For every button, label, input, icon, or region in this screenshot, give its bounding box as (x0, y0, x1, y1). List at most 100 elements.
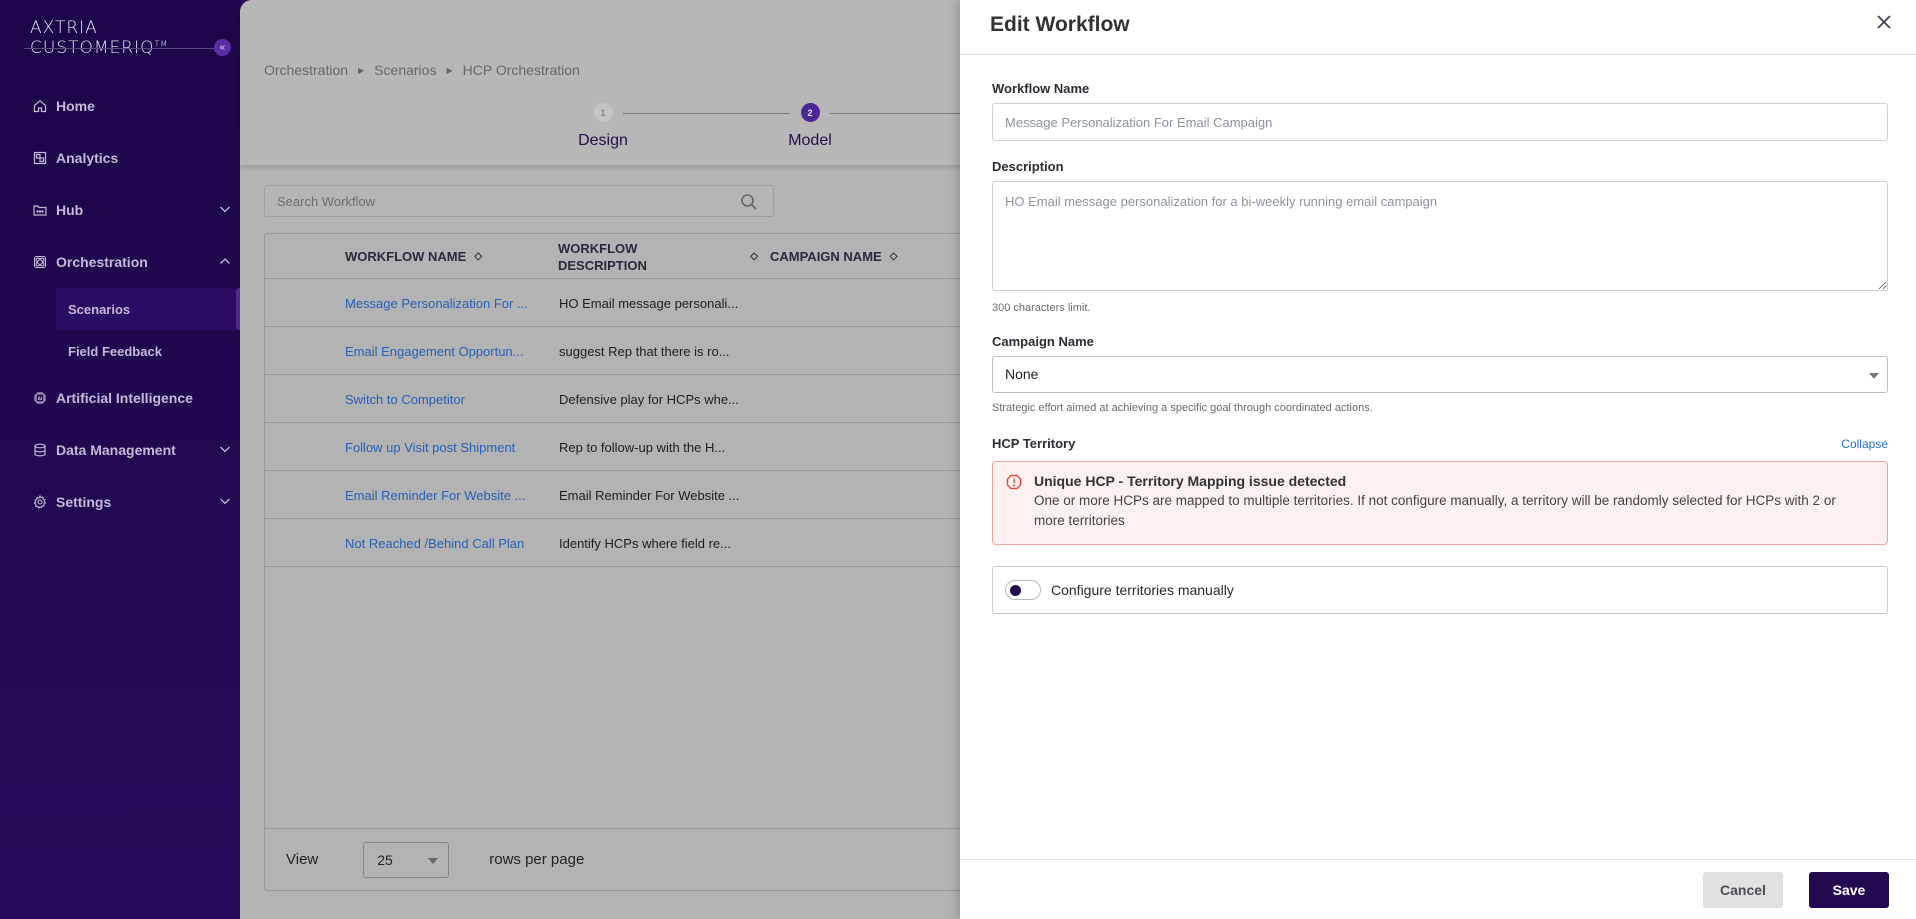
drawer-header: Edit Workflow (960, 0, 1916, 55)
column-header-workflow-description[interactable]: WORKFLOW DESCRIPTION ◇ (558, 234, 758, 279)
column-header-campaign-name[interactable]: CAMPAIGN NAME ◇ (770, 234, 897, 279)
workflow-name-label: Workflow Name (992, 81, 1090, 96)
territory-mapping-alert: Unique HCP - Territory Mapping issue det… (992, 461, 1888, 545)
configure-territories-toggle[interactable] (1005, 580, 1041, 600)
step-number: 1 (593, 103, 613, 122)
drawer-title: Edit Workflow (990, 13, 1130, 36)
step-model[interactable]: 2 Model (780, 103, 840, 150)
breadcrumb-item-current: HCP Orchestration (462, 62, 580, 78)
workflow-table: WORKFLOW NAME ◇ WORKFLOW DESCRIPTION ◇ CAM… (264, 233, 1024, 891)
sidebar-item-hub[interactable]: Hub (0, 184, 240, 236)
save-button[interactable]: Save (1809, 872, 1889, 908)
workflow-name-link[interactable]: Not Reached /Behind Call Plan (345, 519, 524, 567)
table-row: Message Personalization For ... HO Email… (265, 279, 1024, 327)
search-input[interactable] (265, 186, 773, 216)
column-title: CAMPAIGN NAME (770, 249, 882, 264)
sidebar-item-label: Settings (56, 494, 112, 510)
sidebar-item-home[interactable]: Home (0, 80, 240, 132)
alert-message: One or more HCPs are mapped to multiple … (1034, 493, 1836, 528)
sidebar-subitem-label: Scenarios (68, 301, 131, 317)
column-title: WORKFLOW DESCRIPTION (558, 240, 647, 273)
svg-text:AI: AI (38, 396, 43, 401)
caret-right-icon: ▶ (358, 65, 365, 75)
description-field[interactable]: HO Email message personalization for a b… (992, 181, 1888, 291)
drawer-footer: Cancel Save (960, 859, 1916, 919)
table-row: Email Engagement Opportun... suggest Rep… (265, 327, 1024, 375)
toggle-knob (1010, 585, 1021, 596)
sidebar-item-artificial-intelligence[interactable]: AI Artificial Intelligence (0, 372, 240, 424)
logo-text: AXTRIA CUSTOMERIQ (30, 18, 155, 58)
campaign-name-select[interactable]: None (992, 356, 1888, 393)
workflow-name-link[interactable]: Email Engagement Opportun... (345, 327, 524, 375)
sort-icon[interactable]: ◇ (750, 248, 758, 265)
hcp-territory-header: HCP Territory Collapse (992, 436, 1888, 452)
sidebar-item-label: Orchestration (56, 254, 148, 270)
workflow-description: Identify HCPs where field re... (559, 535, 731, 551)
breadcrumb: Orchestration ▶ Scenarios ▶ HCP Orchestr… (264, 62, 580, 78)
workflow-name-link[interactable]: Follow up Visit post Shipment (345, 423, 515, 471)
sidebar-subitem-scenarios[interactable]: Scenarios (56, 288, 244, 330)
step-connector (623, 113, 790, 114)
app-logo: AXTRIA CUSTOMERIQTM (30, 18, 240, 58)
chevron-down-icon (218, 494, 232, 508)
drawer-body: Workflow Name Description HO Email messa… (992, 55, 1888, 614)
campaign-hint: Strategic effort aimed at achieving a sp… (992, 402, 1373, 414)
caret-down-icon (1869, 373, 1879, 379)
search-icon[interactable] (739, 192, 759, 212)
logo-trademark: TM (154, 39, 169, 49)
table-row: Email Reminder For Website ... Email Rem… (265, 471, 1024, 519)
workflow-description: Rep to follow-up with the H... (559, 439, 726, 455)
sidebar-subitem-label: Field Feedback (68, 343, 162, 359)
sidebar-item-label: Artificial Intelligence (56, 390, 193, 406)
breadcrumb-item-scenarios[interactable]: Scenarios (374, 62, 436, 78)
table-row: Switch to Competitor Defensive play for … (265, 375, 1024, 423)
workflow-description: HO Email message personali... (559, 295, 739, 311)
sidebar-item-orchestration[interactable]: Orchestration (0, 236, 240, 288)
gear-icon (33, 495, 47, 509)
analytics-icon (33, 151, 47, 165)
orchestration-icon (33, 255, 47, 269)
sort-icon[interactable]: ◇ (890, 251, 898, 262)
collapse-sidebar-button[interactable]: « (214, 39, 231, 56)
caret-down-icon (428, 857, 439, 864)
step-design[interactable]: 1 Design (573, 103, 633, 150)
alert-title: Unique HCP - Territory Mapping issue det… (1034, 473, 1347, 489)
step-number: 2 (800, 103, 820, 122)
sidebar-item-settings[interactable]: Settings (0, 476, 240, 528)
sidebar: AXTRIA CUSTOMERIQTM « Home Analytics Hub… (0, 0, 244, 919)
folder-icon (33, 203, 47, 217)
view-label: View (286, 851, 319, 868)
workflow-name-link[interactable]: Switch to Competitor (345, 375, 465, 423)
search-workflow (264, 185, 774, 217)
sidebar-item-label: Hub (56, 202, 84, 218)
rows-per-page-value: 25 (377, 851, 393, 868)
cancel-button[interactable]: Cancel (1703, 872, 1783, 908)
sidebar-item-data-management[interactable]: Data Management (0, 424, 240, 476)
step-connector (830, 113, 960, 114)
close-icon[interactable] (1874, 12, 1894, 32)
campaign-name-value: None (1005, 366, 1039, 382)
workflow-description: suggest Rep that there is ro... (559, 343, 730, 359)
rows-per-page-select[interactable]: 25 (363, 841, 450, 878)
home-icon (33, 99, 47, 113)
chevron-down-icon (218, 442, 232, 456)
column-header-workflow-name[interactable]: WORKFLOW NAME ◇ (345, 234, 482, 279)
chevron-up-icon (218, 254, 232, 268)
workflow-name-field[interactable] (992, 103, 1888, 141)
table-row: Follow up Visit post Shipment Rep to fol… (265, 423, 1024, 471)
workflow-description: Defensive play for HCPs whe... (559, 391, 739, 407)
workflow-name-link[interactable]: Email Reminder For Website ... (345, 471, 525, 519)
step-label: Model (788, 132, 832, 149)
collapse-link[interactable]: Collapse (1841, 437, 1888, 451)
column-title: WORKFLOW NAME (345, 249, 467, 264)
rows-per-page-label: rows per page (489, 851, 585, 868)
sidebar-item-analytics[interactable]: Analytics (0, 132, 240, 184)
breadcrumb-item-orchestration[interactable]: Orchestration (264, 62, 348, 78)
sidebar-subitem-field-feedback[interactable]: Field Feedback (0, 330, 240, 372)
description-label: Description (992, 159, 1064, 174)
toggle-label: Configure territories manually (1051, 582, 1234, 598)
logo-divider (24, 48, 222, 49)
sidebar-item-label: Analytics (56, 150, 119, 166)
sort-icon[interactable]: ◇ (474, 251, 482, 262)
workflow-name-link[interactable]: Message Personalization For ... (345, 279, 528, 327)
